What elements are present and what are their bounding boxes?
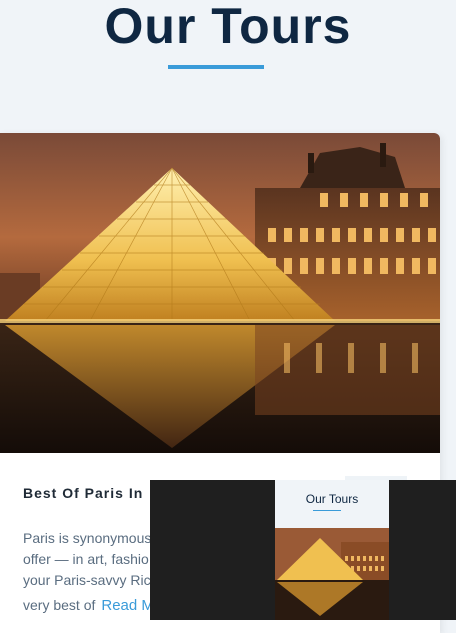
tour-description-line: offer — in art, fashio xyxy=(23,551,149,567)
read-more-link[interactable]: Read M xyxy=(101,597,154,614)
title-underline xyxy=(168,65,264,69)
tour-description-tail: very best of xyxy=(23,597,96,613)
tour-description-line: your Paris-savvy Rick xyxy=(23,572,158,588)
tour-description-line: Paris is synonymous xyxy=(23,530,152,546)
preview-thumbnail[interactable]: Our Tours xyxy=(275,480,389,620)
preview-title: Our Tours xyxy=(305,492,359,506)
tour-photo[interactable] xyxy=(0,133,440,453)
tour-description-line: very best of Read M xyxy=(23,595,154,616)
preview-photo xyxy=(275,528,389,620)
page-preview-overlay[interactable]: Our Tours xyxy=(150,480,456,620)
preview-title-underline xyxy=(313,510,341,511)
louvre-pyramid-image xyxy=(0,133,440,453)
preview-pyramid-image xyxy=(275,528,389,620)
page-title: Our Tours xyxy=(104,0,352,54)
tour-title[interactable]: Best Of Paris In xyxy=(23,485,143,501)
